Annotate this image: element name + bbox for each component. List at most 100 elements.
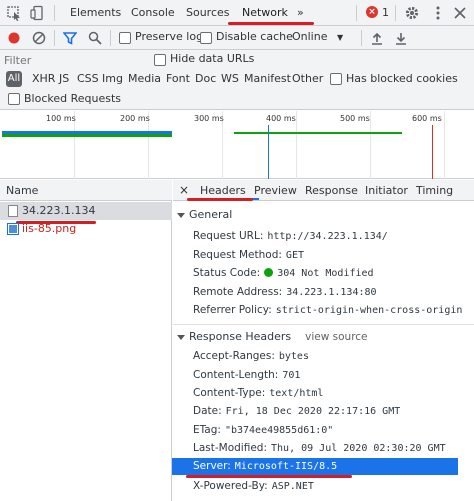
header-value: 304 Not Modified	[277, 268, 374, 279]
filter-input[interactable]	[4, 52, 136, 68]
response-headers-section-header[interactable]: Response Headers view source	[177, 330, 368, 343]
tab-elements[interactable]: Elements	[70, 0, 121, 26]
disable-cache-label[interactable]: Disable cache	[216, 30, 293, 43]
tab-sources[interactable]: Sources	[186, 0, 230, 26]
header-value: Thu, 09 Jul 2020 02:30:20 GMT	[271, 443, 446, 454]
hide-data-urls-label[interactable]: Hide data URLs	[170, 52, 254, 65]
preserve-log-checkbox[interactable]	[119, 32, 131, 44]
type-filter-css[interactable]: CSS	[77, 72, 99, 85]
response-header-row: Content-Type: text/html	[193, 387, 323, 399]
response-headers-title: Response Headers	[189, 330, 292, 343]
search-icon[interactable]	[88, 31, 102, 45]
type-filter-font[interactable]: Font	[166, 72, 190, 85]
timeline-gridline	[444, 111, 445, 179]
error-count[interactable]: 1	[382, 0, 389, 26]
timeline-gridline	[370, 111, 371, 179]
header-value: GET	[285, 250, 304, 261]
header-key: Status Code:	[193, 267, 261, 279]
header-value: 701	[282, 370, 301, 381]
chevron-down-icon: ▼	[336, 33, 344, 42]
request-details-panel: × Headers Preview Response Initiator Tim…	[173, 180, 474, 501]
type-filter-doc[interactable]: Doc	[195, 72, 216, 85]
header-key: Accept-Ranges:	[193, 350, 275, 362]
response-header-row: Last-Modified: Thu, 09 Jul 2020 02:30:20 …	[193, 442, 446, 454]
response-header-row: Content-Length: 701	[193, 369, 300, 381]
request-name: 34.223.1.134	[22, 204, 96, 217]
request-row-image[interactable]: iis-85.png	[0, 220, 172, 238]
timeline-tick-label: 400 ms	[266, 114, 296, 123]
inspect-element-icon[interactable]	[6, 5, 22, 21]
section-divider	[173, 324, 474, 325]
timeline-tick-label: 500 ms	[340, 114, 370, 123]
tab-console[interactable]: Console	[131, 0, 175, 26]
clear-icon[interactable]	[32, 31, 46, 45]
import-har-icon[interactable]	[370, 31, 384, 45]
tab-preview[interactable]: Preview	[254, 180, 297, 201]
throttling-select[interactable]: Online ▼	[292, 30, 343, 43]
header-key: Server:	[193, 460, 231, 472]
header-value: http://34.223.1.134/	[267, 231, 388, 242]
general-row: Status Code: 304 Not Modified	[193, 267, 374, 279]
toolbar-divider	[54, 30, 55, 46]
has-blocked-cookies-label[interactable]: Has blocked cookies	[346, 72, 458, 85]
type-filter-ws[interactable]: WS	[221, 72, 239, 85]
disable-cache-checkbox[interactable]	[200, 32, 212, 44]
annotation-underline-server	[186, 475, 352, 478]
throttling-value: Online	[292, 30, 328, 43]
type-filter-js[interactable]: JS	[59, 72, 69, 85]
document-file-icon	[8, 205, 18, 217]
response-header-row: Accept-Ranges: bytes	[193, 350, 309, 362]
header-key: Request URL:	[193, 230, 264, 242]
toolbar-divider	[361, 30, 362, 46]
response-header-row: ETag: "b374ee49855d61:0"	[193, 424, 333, 436]
device-toolbar-icon[interactable]	[30, 5, 46, 21]
type-filter-all[interactable]: All	[6, 71, 22, 87]
settings-gear-icon[interactable]	[404, 5, 420, 21]
header-value: Microsoft-IIS/8.5	[234, 461, 338, 472]
expand-triangle-icon	[177, 334, 185, 340]
close-devtools-icon[interactable]	[452, 5, 468, 21]
timeline-tick-label: 300 ms	[194, 114, 224, 123]
export-har-icon[interactable]	[394, 31, 408, 45]
preserve-log-label[interactable]: Preserve log	[135, 30, 203, 43]
header-value: bytes	[278, 351, 309, 362]
type-filter-img[interactable]: Img	[102, 72, 123, 85]
more-options-icon[interactable]	[430, 5, 446, 21]
status-ok-dot-icon	[264, 268, 274, 277]
header-value: text/html	[269, 388, 324, 399]
record-icon[interactable]	[8, 32, 20, 44]
blocked-requests-checkbox[interactable]	[8, 93, 20, 105]
general-row: Request Method: GET	[193, 249, 304, 261]
annotation-underline-headers	[187, 198, 253, 201]
header-value: ASP.NET	[271, 481, 314, 492]
timeline-bar-image	[2, 134, 172, 137]
response-header-row-server[interactable]: Server: Microsoft-IIS/8.5	[193, 460, 337, 472]
name-column-header[interactable]: Name	[0, 180, 172, 201]
tab-response[interactable]: Response	[305, 180, 358, 201]
type-filter-manifest[interactable]: Manifest	[244, 72, 291, 85]
blocked-requests-label[interactable]: Blocked Requests	[24, 92, 121, 105]
timeline-bar-late	[234, 132, 402, 134]
view-source-link[interactable]: view source	[305, 331, 367, 343]
header-key: Content-Length:	[193, 369, 279, 381]
network-overview-timeline[interactable]: 100 ms 200 ms 300 ms 400 ms 500 ms 600 m…	[0, 111, 474, 179]
general-section-header[interactable]: General	[177, 208, 232, 221]
toolbar-divider	[110, 30, 111, 46]
hide-data-urls-checkbox[interactable]	[154, 54, 166, 66]
filter-icon[interactable]	[63, 31, 77, 45]
type-filter-xhr[interactable]: XHR	[32, 72, 55, 85]
request-row-document[interactable]: 34.223.1.134	[0, 202, 172, 220]
type-filter-other[interactable]: Other	[292, 72, 323, 85]
dom-content-loaded-marker	[268, 125, 269, 179]
load-event-marker	[432, 125, 433, 179]
timeline-gridline	[296, 111, 297, 179]
has-blocked-cookies-checkbox[interactable]	[330, 73, 342, 85]
header-key: Date:	[193, 405, 222, 417]
header-key: Referrer Policy:	[193, 304, 272, 316]
error-icon[interactable]: ×	[366, 6, 378, 18]
header-key: Remote Address:	[193, 286, 283, 298]
tab-timing[interactable]: Timing	[416, 180, 453, 201]
header-value: Fri, 18 Dec 2020 22:17:16 GMT	[225, 406, 401, 417]
type-filter-media[interactable]: Media	[128, 72, 161, 85]
tab-initiator[interactable]: Initiator	[365, 180, 408, 201]
